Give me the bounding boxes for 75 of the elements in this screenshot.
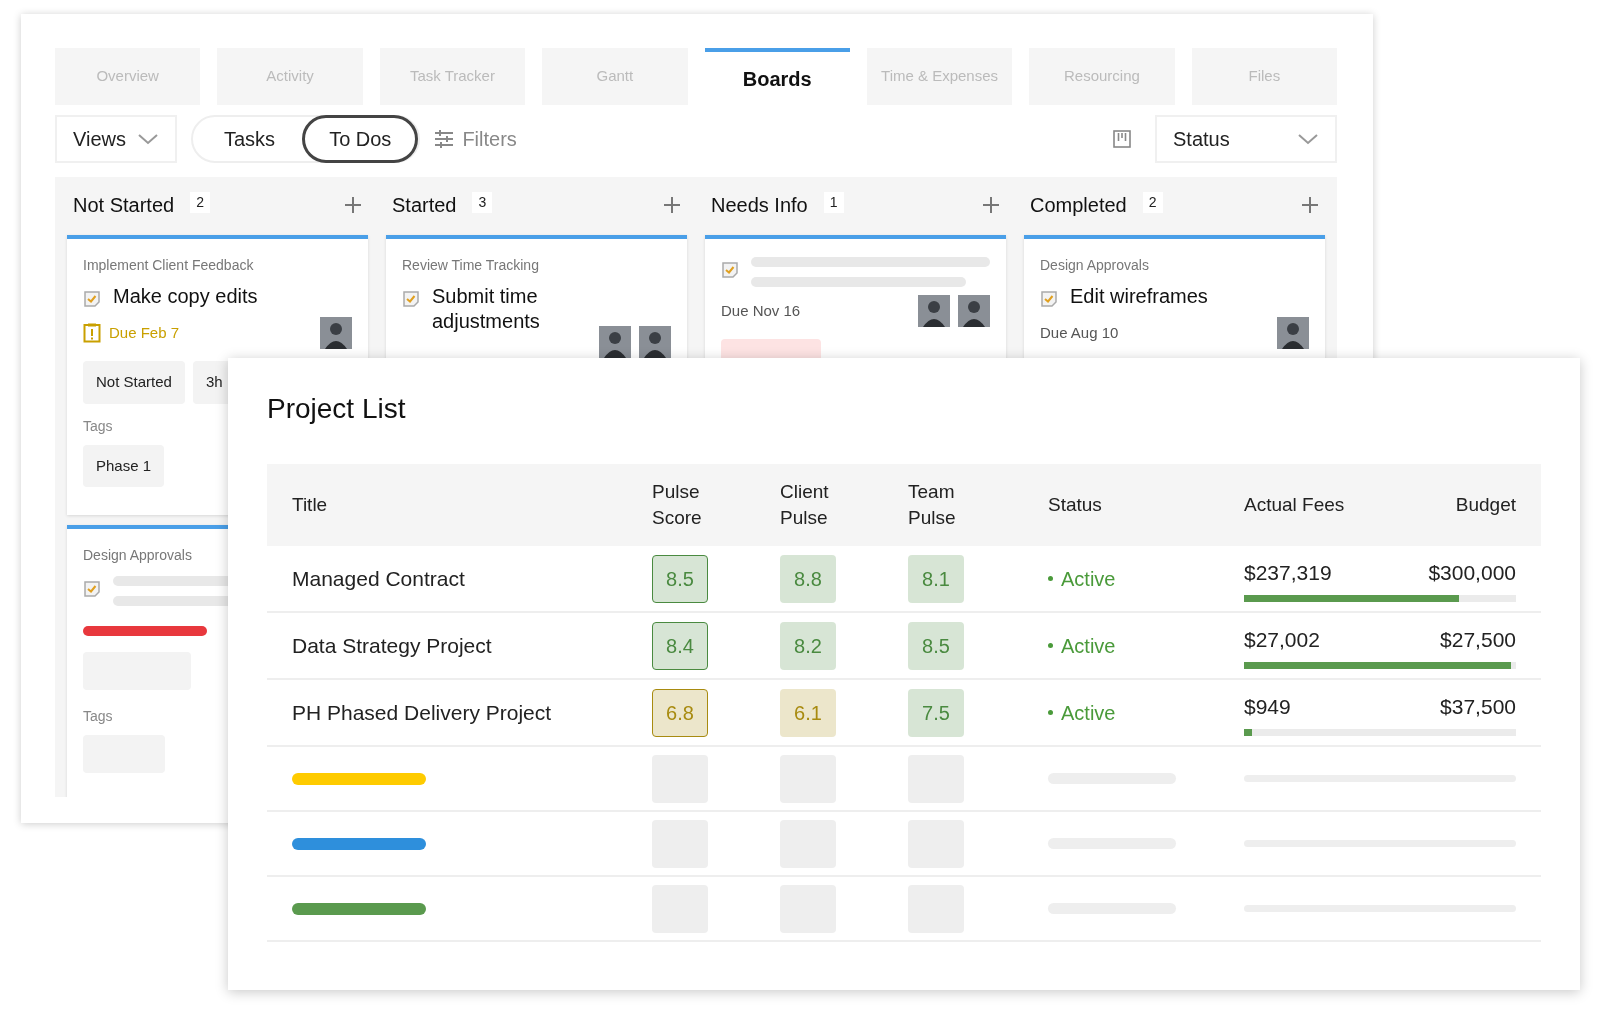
score-badge: 8.5: [908, 621, 964, 670]
project-title[interactable]: PH Phased Delivery Project: [292, 696, 652, 729]
status-text: Active: [1061, 633, 1116, 659]
avatar-icon: [958, 295, 990, 327]
checkbox-icon[interactable]: [83, 580, 101, 598]
column-header: Actual Fees: [1244, 493, 1345, 517]
column-title: Not Started: [73, 193, 175, 218]
checkbox-icon[interactable]: [402, 290, 420, 308]
column-header: Title: [292, 493, 329, 517]
checkbox-icon[interactable]: [721, 261, 739, 279]
score-badge: 8.5: [652, 554, 708, 603]
column-header: Budget: [1455, 493, 1516, 517]
project-name: Review Time Tracking: [402, 256, 539, 275]
column-header: Status: [1048, 493, 1103, 517]
avatar-icon: [320, 317, 352, 349]
plus-icon[interactable]: [663, 196, 681, 214]
project-title[interactable]: Managed Contract: [292, 562, 652, 595]
actual-fees: $237,319: [1244, 560, 1332, 587]
checkbox-icon[interactable]: [1040, 290, 1058, 308]
chevron-down-icon: [137, 133, 159, 145]
column-title: Started: [392, 193, 457, 218]
info-chip: Not Started: [83, 361, 185, 404]
project-name: Design Approvals: [83, 546, 192, 565]
status-text: Active: [1061, 700, 1116, 726]
project-name: Implement Client Feedback: [83, 256, 254, 275]
budget-amount: $37,500: [1440, 694, 1516, 721]
board-icon[interactable]: [1113, 130, 1131, 148]
task-title: Submit time adjustments: [432, 284, 541, 334]
avatar-icon: [918, 295, 950, 327]
score-badge: 8.8: [780, 554, 836, 603]
budget-amount: $300,000: [1428, 560, 1516, 587]
column-title: Completed: [1030, 193, 1127, 218]
score-badge: 6.1: [780, 688, 836, 737]
avatar-icon: [1277, 317, 1309, 349]
actual-fees: $27,002: [1244, 627, 1320, 654]
tag-chip[interactable]: Phase 1: [83, 444, 165, 487]
column-header: Client Pulse: [780, 480, 830, 530]
status-text: Active: [1061, 566, 1116, 592]
count-badge: 2: [190, 191, 210, 213]
budget-amount: $27,500: [1440, 627, 1516, 654]
count-badge: 3: [472, 191, 493, 213]
task-title: Edit wireframes: [1070, 284, 1208, 309]
checkbox-icon[interactable]: [83, 290, 101, 308]
project-name: Design Approvals: [1040, 256, 1149, 275]
score-badge: 8.1: [908, 554, 964, 603]
actual-fees: $949: [1244, 694, 1291, 721]
column-header: Pulse Score: [652, 480, 703, 530]
due-date: Due Feb 7: [109, 322, 180, 343]
views-dropdown[interactable]: Views: [55, 115, 177, 163]
chevron-down-icon: [1297, 133, 1319, 145]
due-date: Due Aug 10: [1040, 322, 1119, 343]
score-badge: 8.2: [780, 621, 836, 670]
plus-icon[interactable]: [982, 196, 1000, 214]
alert-icon: [83, 323, 101, 343]
plus-icon[interactable]: [344, 196, 362, 214]
task-title: Make copy edits: [113, 284, 258, 309]
avatar-icon: [639, 326, 671, 358]
score-badge: 6.8: [652, 688, 708, 737]
tags-label: Tags: [83, 416, 113, 436]
count-badge: 2: [1142, 191, 1163, 213]
plus-icon[interactable]: [1301, 196, 1319, 214]
score-badge: 7.5: [908, 688, 964, 737]
due-date: Due Nov 16: [721, 300, 801, 321]
sliders-icon: [434, 130, 455, 148]
count-badge: 1: [823, 191, 844, 213]
filters-button[interactable]: Filters: [434, 124, 517, 154]
status-dropdown[interactable]: Status: [1155, 115, 1337, 163]
column-header: Team Pulse: [908, 480, 957, 530]
segment-button[interactable]: To Dos: [302, 115, 419, 163]
project-title[interactable]: Data Strategy Project: [292, 629, 652, 662]
avatar-icon: [599, 326, 631, 358]
tags-label: Tags: [83, 707, 113, 726]
column-title: Needs Info: [711, 193, 808, 218]
segment-button[interactable]: Tasks: [197, 115, 303, 163]
score-badge: 8.4: [652, 621, 708, 670]
